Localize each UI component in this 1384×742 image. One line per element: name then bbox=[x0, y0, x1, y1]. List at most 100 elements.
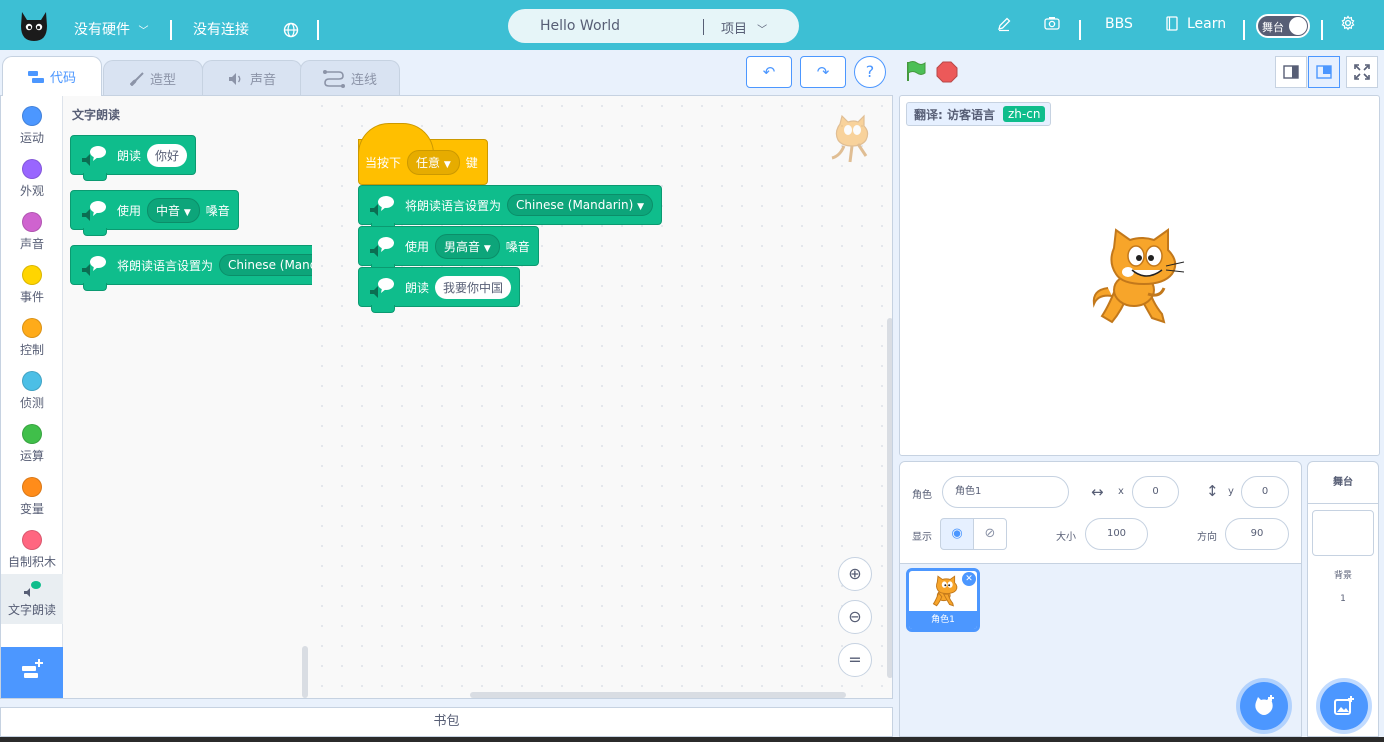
menu-divider bbox=[317, 20, 319, 40]
gear-icon[interactable] bbox=[1340, 15, 1356, 31]
category-motion[interactable]: 运动 bbox=[1, 100, 63, 150]
sprite-info: 角色 角色1 ↔ x 0 ↕ y 0 显示 ◉ ⊘ 大小 100 方向 90 bbox=[900, 462, 1301, 564]
close-icon: ✕ bbox=[965, 574, 973, 584]
category-my-blocks[interactable]: 自制积木 bbox=[1, 524, 63, 574]
stage[interactable]: 翻译: 访客语言 zh-cn bbox=[899, 95, 1380, 456]
redo-icon: ↷ bbox=[816, 63, 830, 81]
tab-wiring[interactable]: 连线 bbox=[300, 60, 400, 96]
block-text: 键 bbox=[465, 155, 478, 170]
x-position-input[interactable]: 0 bbox=[1132, 476, 1179, 508]
language-dropdown[interactable]: Chinese (Mandarin) ▼ bbox=[507, 194, 654, 216]
category-text-to-speech[interactable]: 文字朗读 bbox=[1, 574, 63, 624]
equals-icon: = bbox=[848, 650, 862, 669]
stage-thumbnail[interactable] bbox=[1312, 510, 1374, 556]
speech-bubble-icon bbox=[370, 196, 394, 216]
tab-sounds[interactable]: 声音 bbox=[202, 60, 302, 96]
set-language-block[interactable]: 将朗读语言设置为 Chinese (Mandarin) ▼ bbox=[358, 185, 663, 231]
small-stage-icon bbox=[1283, 65, 1299, 79]
tab-code[interactable]: 代码 bbox=[2, 56, 102, 96]
undo-button[interactable]: ↶ bbox=[746, 56, 792, 88]
show-sprite-button[interactable]: ◉ bbox=[940, 518, 974, 550]
zoom-out-button[interactable]: ⊖ bbox=[838, 600, 872, 634]
workspace-vertical-scrollbar[interactable] bbox=[887, 318, 892, 678]
backdrops-label: 背景 bbox=[1333, 571, 1352, 581]
workspace-horizontal-scrollbar[interactable] bbox=[470, 692, 846, 698]
palette-section-title: 文字朗读 bbox=[72, 108, 121, 122]
small-stage-button[interactable] bbox=[1275, 56, 1307, 88]
speak-block[interactable]: 朗读 我要你中国 bbox=[358, 267, 521, 313]
stage-selector[interactable]: 舞台 背景 1 bbox=[1307, 461, 1379, 737]
category-variables[interactable]: 变量 bbox=[1, 471, 63, 521]
delete-sprite-button[interactable]: ✕ bbox=[962, 572, 976, 586]
category-dot bbox=[22, 530, 42, 550]
add-sprite-button[interactable] bbox=[1240, 682, 1288, 730]
voice-dropdown[interactable]: 中音 ▼ bbox=[147, 197, 200, 223]
green-flag-icon[interactable] bbox=[904, 60, 926, 82]
sprite-thumbnail[interactable]: ✕ 角色1 bbox=[906, 568, 980, 632]
set-voice-block[interactable]: 使用 中音 ▼ 嗓音 bbox=[70, 190, 239, 236]
cat-sprite-icon[interactable] bbox=[1088, 224, 1188, 328]
category-control[interactable]: 控制 bbox=[1, 312, 63, 362]
speech-bubble-icon bbox=[370, 278, 394, 298]
normal-stage-button[interactable] bbox=[1308, 56, 1340, 88]
language-dropdown[interactable]: Chinese (Mandarin) bbox=[219, 254, 312, 276]
set-language-block[interactable]: 将朗读语言设置为 Chinese (Mandarin) bbox=[70, 245, 312, 291]
hardware-menu[interactable]: 没有硬件 ﹀ bbox=[74, 0, 148, 50]
toggle-knob bbox=[1289, 17, 1307, 35]
stage-mode-toggle[interactable]: 舞台 bbox=[1256, 14, 1310, 38]
script-workspace[interactable]: 当按下 任意 ▼ 键 将朗读语言设置为 Chinese (Mandarin) ▼… bbox=[312, 96, 892, 698]
zoom-in-button[interactable]: ⊕ bbox=[838, 557, 872, 591]
block-text: 将朗读语言设置为 bbox=[117, 258, 214, 273]
project-title-pill: Hello World 项目 ﹀ bbox=[508, 9, 799, 43]
bbs-link[interactable]: BBS bbox=[1105, 0, 1133, 50]
help-button[interactable]: ? bbox=[854, 56, 886, 88]
cat-sprite-icon bbox=[932, 575, 958, 607]
backpack-bar[interactable]: 书包 bbox=[0, 707, 893, 737]
project-title-input[interactable]: Hello World bbox=[540, 18, 620, 34]
learn-link[interactable]: Learn bbox=[1187, 0, 1226, 50]
speak-block[interactable]: 朗读 你好 bbox=[70, 135, 197, 181]
category-sound[interactable]: 声音 bbox=[1, 206, 63, 256]
sprite-name-input[interactable]: 角色1 bbox=[942, 476, 1069, 508]
zoom-in-icon: ⊕ bbox=[848, 564, 862, 583]
speak-text-input[interactable]: 我要你中国 bbox=[435, 275, 512, 299]
palette-scrollbar[interactable] bbox=[302, 646, 308, 698]
category-label: 文字朗读 bbox=[7, 603, 56, 617]
redo-button[interactable]: ↷ bbox=[800, 56, 846, 88]
key-dropdown[interactable]: 任意 ▼ bbox=[407, 149, 460, 175]
y-position-input[interactable]: 0 bbox=[1241, 476, 1289, 508]
camera-icon[interactable] bbox=[1044, 16, 1060, 30]
globe-icon[interactable] bbox=[283, 22, 299, 38]
category-operators[interactable]: 运算 bbox=[1, 418, 63, 468]
category-events[interactable]: 事件 bbox=[1, 259, 63, 309]
speak-text-input[interactable]: 你好 bbox=[147, 143, 188, 167]
block-text: 使用 bbox=[405, 239, 430, 254]
pencil-icon[interactable] bbox=[996, 16, 1012, 32]
category-label: 自制积木 bbox=[7, 555, 56, 569]
category-looks[interactable]: 外观 bbox=[1, 153, 63, 203]
category-label: 变量 bbox=[19, 502, 44, 516]
set-voice-block[interactable]: 使用 男高音 ▼ 嗓音 bbox=[358, 226, 539, 272]
tab-costumes[interactable]: 造型 bbox=[103, 60, 203, 96]
block-text: 当按下 bbox=[365, 155, 402, 170]
cat-logo-icon[interactable] bbox=[16, 8, 52, 44]
pill-divider bbox=[703, 19, 704, 35]
direction-input[interactable]: 90 bbox=[1225, 518, 1289, 550]
when-key-pressed-block[interactable]: 当按下 任意 ▼ 键 bbox=[358, 123, 488, 185]
hide-sprite-button[interactable]: ⊘ bbox=[973, 518, 1007, 550]
zoom-reset-button[interactable]: = bbox=[838, 643, 872, 677]
speech-bubble-icon bbox=[82, 146, 106, 166]
horizontal-arrows-icon: ↔ bbox=[1091, 483, 1104, 501]
category-sensing[interactable]: 侦测 bbox=[1, 365, 63, 415]
zoom-out-icon: ⊖ bbox=[848, 607, 862, 626]
stop-icon[interactable] bbox=[936, 61, 958, 83]
add-backdrop-button[interactable] bbox=[1320, 682, 1368, 730]
add-extension-icon bbox=[22, 659, 43, 678]
connection-menu[interactable]: 没有连接 bbox=[193, 0, 249, 50]
size-input[interactable]: 100 bbox=[1085, 518, 1148, 550]
fullscreen-button[interactable] bbox=[1346, 56, 1378, 88]
block-text: 嗓音 bbox=[505, 239, 530, 254]
voice-dropdown[interactable]: 男高音 ▼ bbox=[435, 233, 500, 259]
project-menu[interactable]: 项目 ﹀ bbox=[721, 18, 767, 37]
add-extension-button[interactable] bbox=[1, 647, 63, 698]
